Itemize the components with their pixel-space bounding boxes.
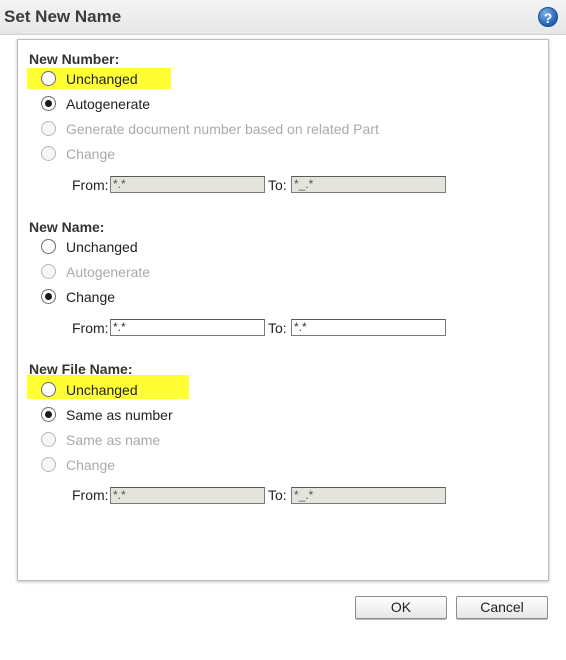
new-name-to-label: To: [268,320,287,336]
new-number-unchanged-radio[interactable] [41,71,56,86]
cancel-button[interactable]: Cancel [456,596,548,619]
new-number-change-label: Change [66,146,116,162]
new-file-name-unchanged-label: Unchanged [66,382,138,398]
new-name-to-field[interactable]: *.* [291,319,446,336]
new-name-autogenerate-label: Autogenerate [66,264,151,280]
new-file-name-same-as-number-label: Same as number [66,407,173,423]
new-file-name-to-field[interactable]: *_.* [291,487,446,504]
new-number-from-label: From: [72,177,109,193]
new-number-unchanged-label: Unchanged [66,71,138,87]
new-file-name-same-as-number-radio[interactable] [41,407,56,422]
new-number-autogenerate-radio[interactable] [41,96,56,111]
dialog-titlebar: Set New Name ? [0,0,566,35]
new-number-related-part-label: Generate document number based on relate… [66,121,379,137]
new-name-from-label: From: [72,320,109,336]
new-number-from-field[interactable]: *.* [110,176,265,193]
new-file-name-unchanged-radio[interactable] [41,382,56,397]
new-file-name-same-as-name-radio[interactable] [41,432,56,447]
new-number-heading: New Number: [29,51,120,67]
dialog-title: Set New Name [4,7,122,26]
new-file-name-change-label: Change [66,457,116,473]
new-file-name-same-as-name-label: Same as name [66,432,161,448]
ok-button[interactable]: OK [355,596,447,619]
new-name-heading: New Name: [29,219,105,235]
new-file-name-change-radio[interactable] [41,457,56,472]
new-file-name-from-label: From: [72,487,109,503]
new-name-from-field[interactable]: *.* [110,319,265,336]
new-number-to-field[interactable]: *_.* [291,176,446,193]
new-file-name-from-field[interactable]: *.* [110,487,265,504]
new-number-to-label: To: [268,177,287,193]
new-name-change-label: Change [66,289,116,305]
new-name-change-radio[interactable] [41,289,56,304]
new-file-name-to-label: To: [268,487,287,503]
new-number-change-radio[interactable] [41,146,56,161]
new-name-unchanged-radio[interactable] [41,239,56,254]
new-number-autogenerate-label: Autogenerate [66,96,151,112]
new-name-autogenerate-radio[interactable] [41,264,56,279]
help-icon[interactable]: ? [538,7,558,27]
new-number-related-part-radio[interactable] [41,121,56,136]
new-name-unchanged-label: Unchanged [66,239,138,255]
